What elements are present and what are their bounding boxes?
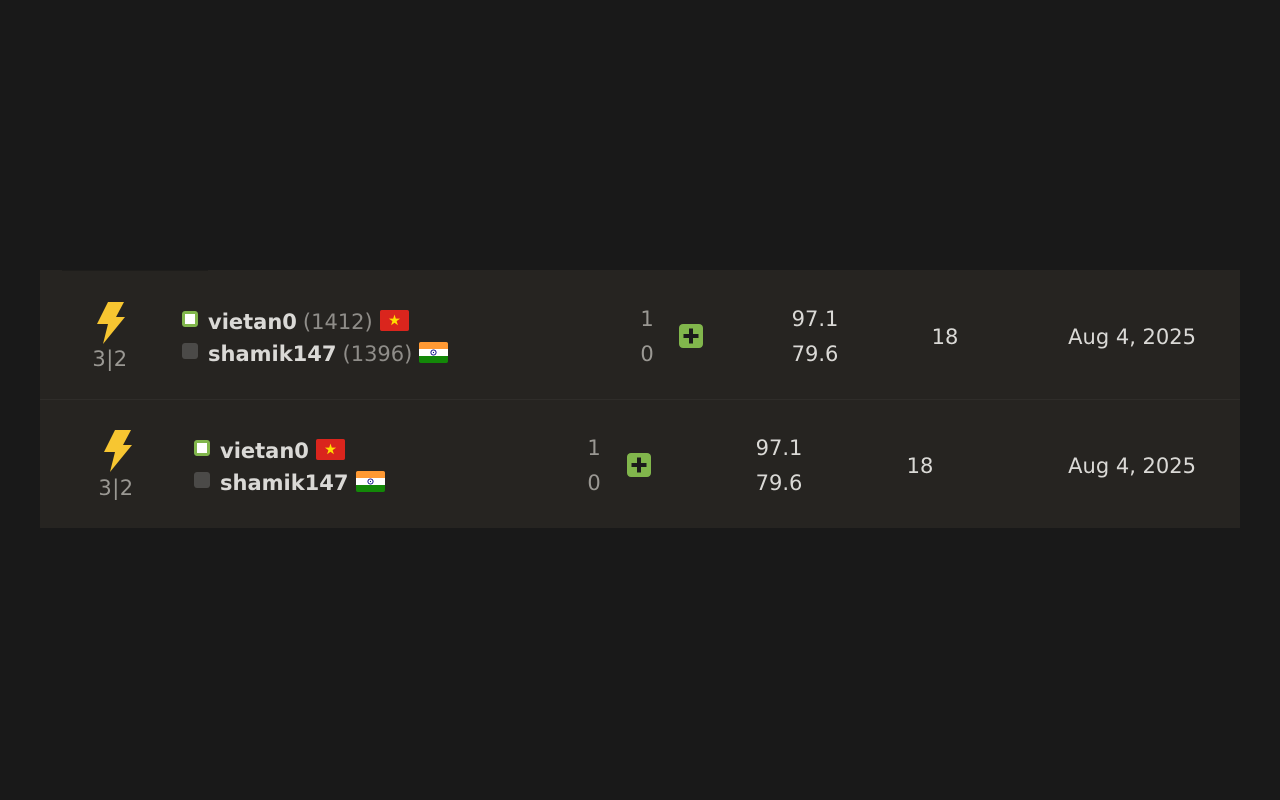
- bolt-icon: [101, 430, 133, 476]
- vietnam-flag-icon: [379, 309, 409, 331]
- black-accuracy: 79.6: [791, 342, 839, 366]
- rating: (1396): [342, 342, 413, 366]
- game-row[interactable]: 3|2 vietan0 shamik147 1 0 97.1 79.6 18 A…: [40, 399, 1240, 528]
- white-accuracy: 97.1: [791, 307, 839, 331]
- white-player[interactable]: vietan0: [194, 435, 345, 465]
- username[interactable]: shamik147: [220, 471, 349, 495]
- rating: (1412): [302, 310, 373, 334]
- india-flag-icon: [355, 470, 385, 492]
- india-flag-icon: [419, 341, 449, 363]
- plus-icon: [679, 324, 703, 348]
- vietnam-flag-icon: [315, 438, 345, 460]
- black-player[interactable]: shamik147: [194, 467, 385, 497]
- game-date: Aug 4, 2025: [1068, 325, 1196, 349]
- white-score: 1: [640, 307, 654, 331]
- black-accuracy: 79.6: [755, 471, 803, 495]
- white-accuracy: 97.1: [755, 436, 803, 460]
- time-control: 3|2: [98, 476, 134, 500]
- black-player[interactable]: shamik147 (1396): [182, 338, 449, 368]
- black-score: 0: [640, 342, 654, 366]
- black-piece-icon: [182, 343, 198, 359]
- username[interactable]: vietan0: [208, 310, 297, 334]
- username[interactable]: shamik147: [208, 342, 337, 366]
- white-piece-icon: [194, 440, 210, 456]
- game-history-table: 3|2 vietan0 (1412) shamik147 (1396) 1 0 97…: [40, 270, 1240, 528]
- black-score: 0: [587, 471, 601, 495]
- bolt-icon: [94, 302, 126, 348]
- white-piece-icon: [182, 311, 198, 327]
- white-player[interactable]: vietan0 (1412): [182, 306, 409, 336]
- white-score: 1: [587, 436, 601, 460]
- game-date: Aug 4, 2025: [1068, 454, 1196, 478]
- time-control: 3|2: [92, 347, 128, 371]
- row-divider: [62, 270, 208, 271]
- game-row[interactable]: 3|2 vietan0 (1412) shamik147 (1396) 1 0 97…: [40, 270, 1240, 399]
- black-piece-icon: [194, 472, 210, 488]
- move-count: 18: [906, 454, 934, 478]
- username[interactable]: vietan0: [220, 439, 309, 463]
- plus-icon: [627, 453, 651, 477]
- move-count: 18: [931, 325, 959, 349]
